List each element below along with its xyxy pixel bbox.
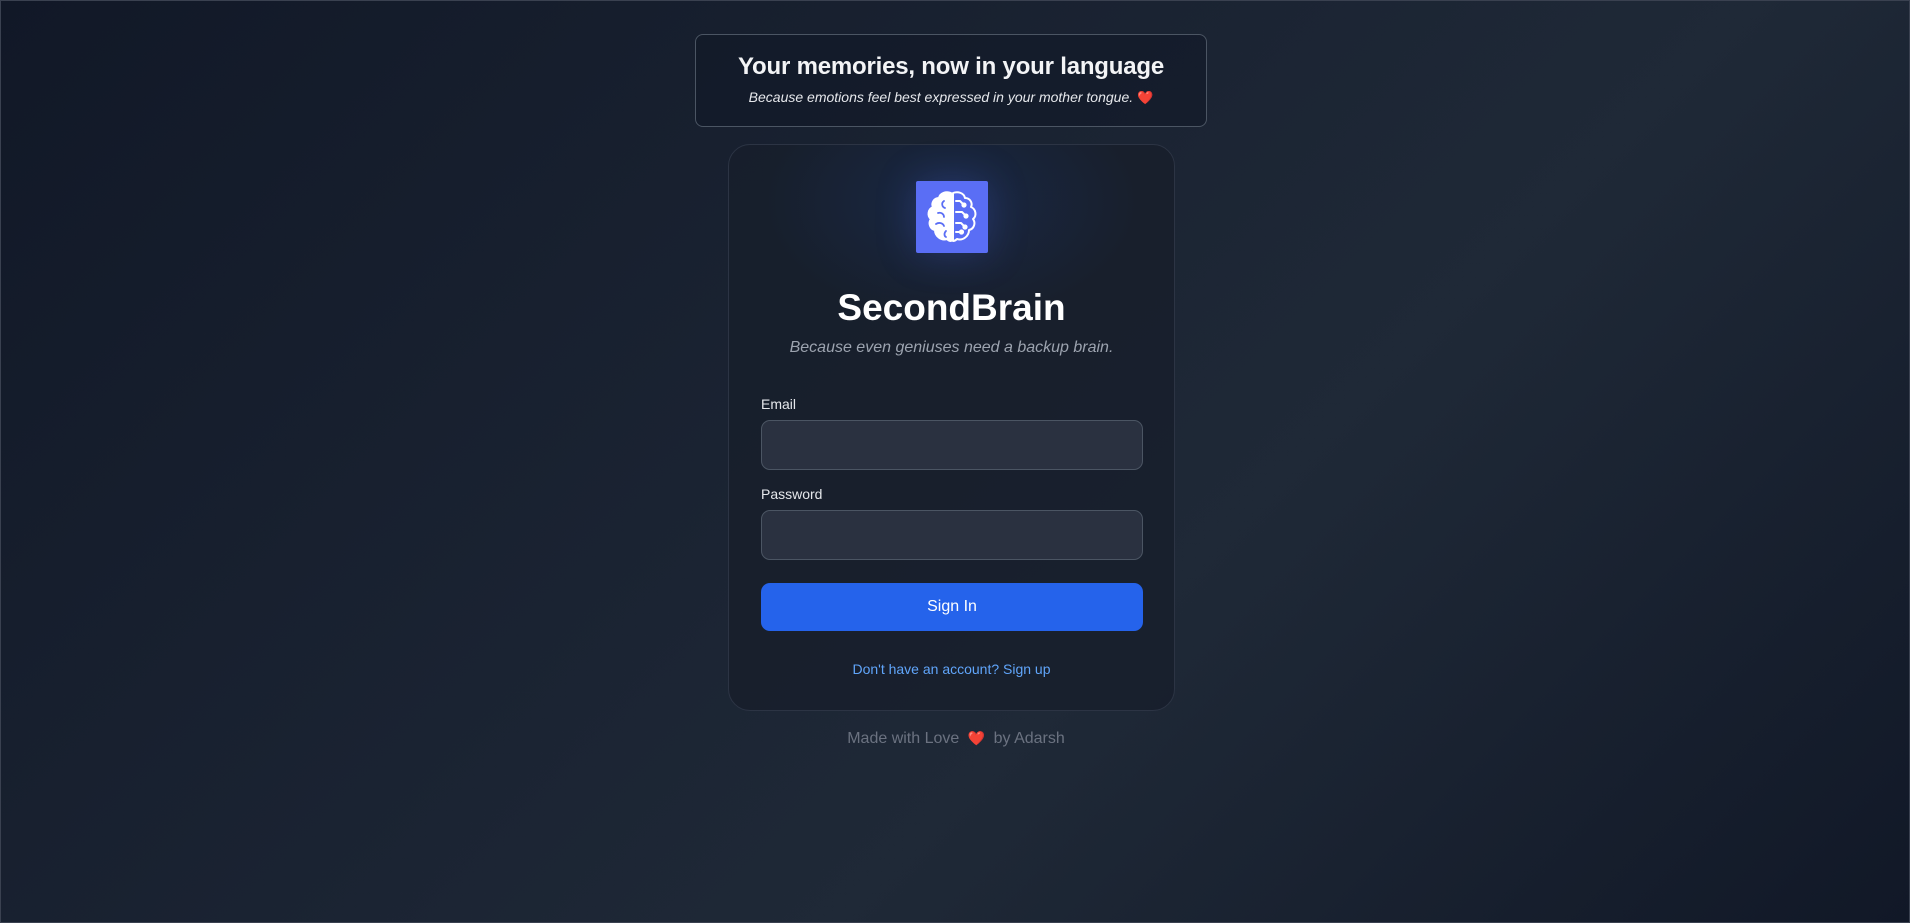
banner-subtitle: Because emotions feel best expressed in …	[696, 89, 1206, 106]
banner-subtitle-text: Because emotions feel best expressed in …	[748, 89, 1134, 105]
heart-icon: ❤️	[1137, 90, 1154, 105]
login-card: SecondBrain Because even geniuses need a…	[728, 144, 1175, 711]
password-field[interactable]	[761, 510, 1143, 560]
sign-in-button[interactable]: Sign In	[761, 583, 1143, 631]
brain-icon	[916, 181, 988, 253]
banner-title: Your memories, now in your language	[738, 53, 1164, 80]
app-tagline: Because even geniuses need a backup brai…	[789, 339, 1114, 356]
password-label: Password	[761, 486, 823, 502]
footer-credit: Made with Love ❤️ by Adarsh	[1, 730, 1910, 748]
footer-suffix: by Adarsh	[993, 730, 1065, 747]
sign-up-link[interactable]: Don't have an account? Sign up	[729, 661, 1174, 677]
heart-icon: ❤️	[967, 730, 986, 746]
language-banner: Your memories, now in your language Beca…	[695, 34, 1207, 127]
email-label: Email	[761, 396, 797, 412]
app-title: SecondBrain	[837, 287, 1066, 328]
email-field[interactable]	[761, 420, 1143, 470]
footer-prefix: Made with Love	[847, 730, 960, 747]
